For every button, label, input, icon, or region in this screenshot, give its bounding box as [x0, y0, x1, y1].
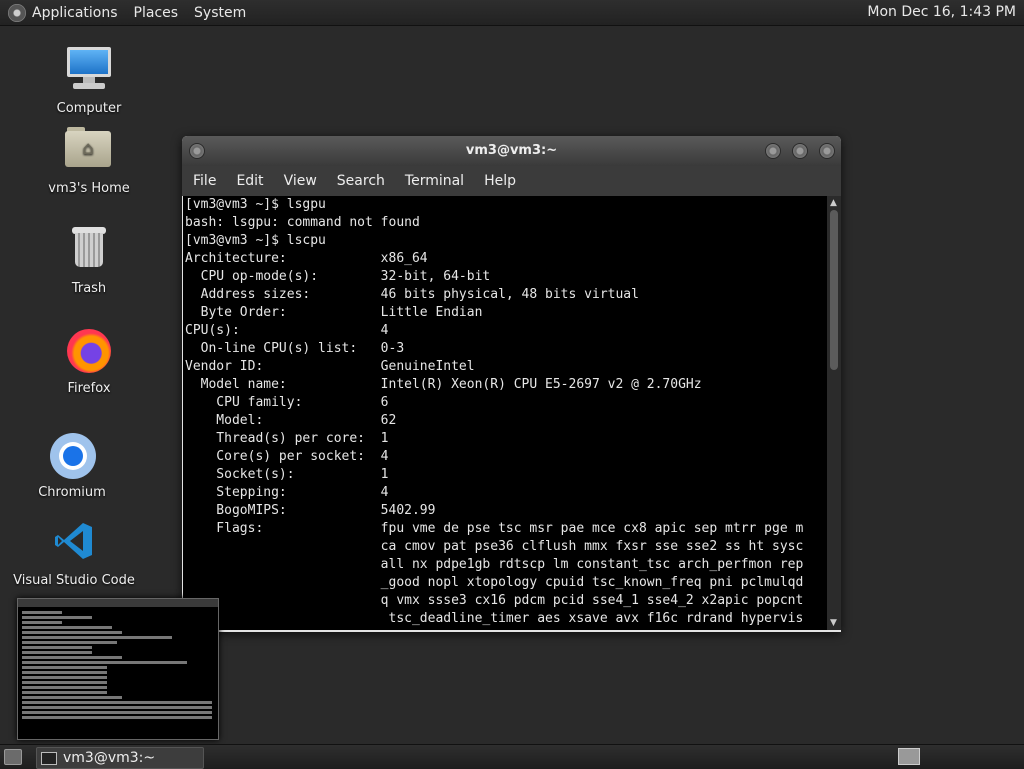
terminal-window[interactable]: vm3@vm3:~ File Edit View Search Terminal…: [182, 136, 841, 632]
trash-icon: [63, 225, 115, 277]
maximize-button[interactable]: [792, 143, 808, 159]
workspace-switcher[interactable]: [898, 748, 920, 765]
show-desktop-icon[interactable]: [4, 749, 22, 765]
clock[interactable]: Mon Dec 16, 1:43 PM: [867, 4, 1016, 20]
menu-search[interactable]: Search: [337, 173, 385, 189]
menu-file[interactable]: File: [193, 173, 216, 189]
desktop-icon-vscode[interactable]: Visual Studio Code: [0, 517, 149, 588]
terminal-line: Stepping: 4: [185, 485, 389, 500]
scroll-thumb[interactable]: [830, 210, 838, 370]
desktop-icon-chromium[interactable]: Chromium: [0, 429, 147, 500]
terminal-line: [vm3@vm3 ~]$ lsgpu: [185, 197, 326, 212]
terminal-line: Model name: Intel(R) Xeon(R) CPU E5-2697…: [185, 377, 702, 392]
home-folder-icon: ⌂: [63, 125, 115, 177]
terminal-line: Vendor ID: GenuineIntel: [185, 359, 475, 374]
terminal-line: CPU op-mode(s): 32-bit, 64-bit: [185, 269, 491, 284]
bottom-panel: vm3@vm3:~: [0, 744, 1024, 769]
desktop-icon-label: vm3's Home: [48, 181, 130, 196]
close-button[interactable]: [819, 143, 835, 159]
taskbar-window-label: vm3@vm3:~: [63, 750, 156, 766]
desktop-icon-label: Chromium: [38, 485, 106, 500]
desktop-icon-computer[interactable]: Computer: [14, 45, 164, 116]
terminal-menubar: File Edit View Search Terminal Help: [182, 166, 841, 196]
menu-edit[interactable]: Edit: [236, 173, 263, 189]
menu-help[interactable]: Help: [484, 173, 516, 189]
window-menu-icon[interactable]: [189, 143, 205, 159]
terminal-line: _good nopl xtopology cpuid tsc_known_fre…: [185, 575, 804, 590]
terminal-icon: [41, 752, 57, 765]
desktop-icon-label: Visual Studio Code: [13, 573, 135, 588]
chromium-icon: [46, 429, 98, 481]
terminal-line: [vm3@vm3 ~]$ lscpu: [185, 233, 326, 248]
terminal-line: all nx pdpe1gb rdtscp lm constant_tsc ar…: [185, 557, 804, 572]
scroll-down-arrow-icon[interactable]: ▼: [830, 618, 837, 628]
vscode-icon: [48, 517, 100, 569]
terminal-line: Flags: fpu vme de pse tsc msr pae mce cx…: [185, 521, 804, 536]
menu-terminal[interactable]: Terminal: [405, 173, 464, 189]
terminal-scrollbar[interactable]: ▲ ▼: [827, 196, 841, 630]
thumbnail-menubar: [18, 599, 218, 607]
top-panel: Applications Places System Mon Dec 16, 1…: [0, 0, 1024, 26]
terminal-line: Thread(s) per core: 1: [185, 431, 389, 446]
desktop-icon-firefox[interactable]: Firefox: [14, 325, 164, 396]
terminal-line: BogoMIPS: 5402.99: [185, 503, 436, 518]
terminal-line: Architecture: x86_64: [185, 251, 428, 266]
places-menu[interactable]: Places: [134, 5, 179, 21]
desktop-icon-label: Firefox: [67, 381, 111, 396]
applications-menu[interactable]: Applications: [32, 5, 118, 21]
desktop-icon-label: Computer: [56, 101, 122, 116]
desktop-icon-trash[interactable]: Trash: [14, 225, 164, 296]
firefox-icon: [63, 325, 115, 377]
minimize-button[interactable]: [765, 143, 781, 159]
menu-view[interactable]: View: [284, 173, 317, 189]
terminal-output[interactable]: [vm3@vm3 ~]$ lsgpu bash: lsgpu: command …: [183, 196, 827, 630]
terminal-line: tsc_deadline_timer aes xsave avx f16c rd…: [185, 611, 804, 626]
terminal-line: q vmx ssse3 cx16 pdcm pcid sse4_1 sse4_2…: [185, 593, 804, 608]
terminal-line: Address sizes: 46 bits physical, 48 bits…: [185, 287, 639, 302]
window-thumbnail-preview[interactable]: [17, 598, 219, 740]
terminal-line: On-line CPU(s) list: 0-3: [185, 341, 405, 356]
terminal-line: Socket(s): 1: [185, 467, 389, 482]
thumbnail-content: [18, 607, 218, 723]
desktop-icon-home[interactable]: ⌂ vm3's Home: [14, 125, 164, 196]
terminal-line: CPU family: 6: [185, 395, 389, 410]
terminal-titlebar[interactable]: vm3@vm3:~: [182, 136, 841, 166]
taskbar-window-button[interactable]: vm3@vm3:~: [36, 747, 204, 769]
terminal-line: Core(s) per socket: 4: [185, 449, 389, 464]
terminal-line: bash: lsgpu: command not found: [185, 215, 420, 230]
distro-logo-icon[interactable]: [8, 3, 26, 22]
window-title: vm3@vm3:~: [465, 143, 558, 158]
system-menu[interactable]: System: [194, 5, 246, 21]
terminal-line: CPU(s): 4: [185, 323, 389, 338]
computer-icon: [63, 45, 115, 97]
desktop-icon-label: Trash: [71, 281, 107, 296]
terminal-line: ca cmov pat pse36 clflush mmx fxsr sse s…: [185, 539, 804, 554]
terminal-line: Byte Order: Little Endian: [185, 305, 483, 320]
scroll-up-arrow-icon[interactable]: ▲: [830, 198, 837, 208]
terminal-line: Model: 62: [185, 413, 397, 428]
